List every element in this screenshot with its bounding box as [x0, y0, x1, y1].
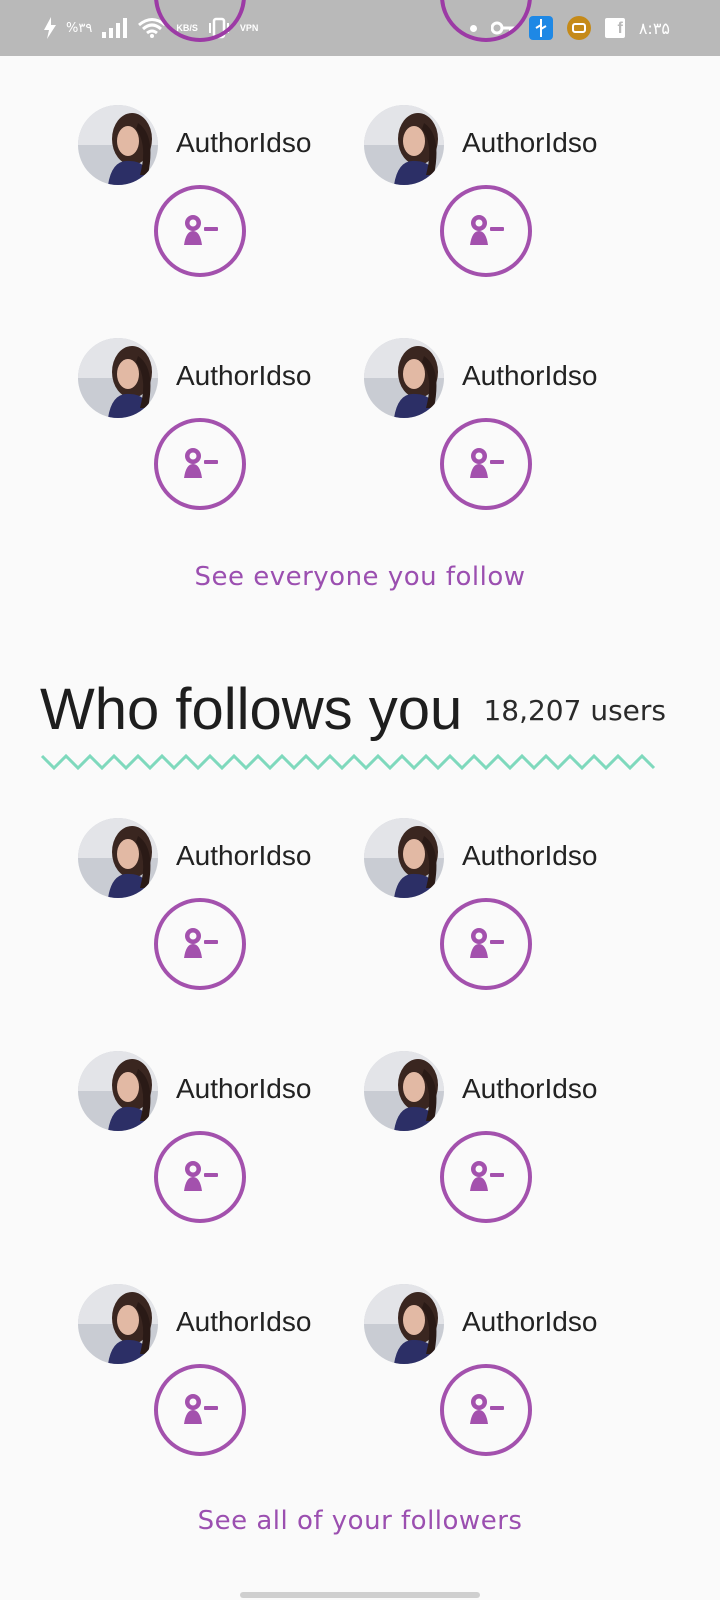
user-name[interactable]: AuthorIdso	[462, 1073, 597, 1105]
avatar[interactable]	[364, 338, 444, 418]
unfollow-button[interactable]	[154, 418, 246, 510]
remove-person-icon	[462, 920, 510, 968]
charging-icon	[44, 17, 56, 39]
user-name[interactable]: AuthorIdso	[462, 840, 597, 872]
remove-person-icon	[462, 440, 510, 488]
avatar[interactable]	[78, 1051, 158, 1131]
remove-person-icon	[176, 207, 224, 255]
vpn-label: VPN	[239, 23, 259, 33]
remove-person-icon	[176, 440, 224, 488]
signal-icon	[102, 18, 128, 38]
following-user-card[interactable]: AuthorIdso	[78, 338, 338, 518]
follower-user-card[interactable]: AuthorIdso	[364, 1051, 624, 1231]
user-name[interactable]: AuthorIdso	[176, 1073, 311, 1105]
avatar[interactable]	[364, 1284, 444, 1364]
user-name[interactable]: AuthorIdso	[176, 360, 311, 392]
remove-person-icon	[462, 1386, 510, 1434]
unfollow-button[interactable]	[440, 418, 532, 510]
user-name[interactable]: AuthorIdso	[176, 1306, 311, 1338]
avatar[interactable]	[78, 818, 158, 898]
avatar[interactable]	[78, 1284, 158, 1364]
avatar[interactable]	[364, 1051, 444, 1131]
zigzag-divider	[40, 753, 656, 771]
user-name[interactable]: AuthorIdso	[176, 840, 311, 872]
unfollow-button[interactable]	[154, 898, 246, 990]
facebook-icon: f	[604, 18, 625, 38]
unfollow-button[interactable]	[154, 1131, 246, 1223]
following-user-card[interactable]: AuthorIdso	[364, 105, 624, 285]
remove-person-icon	[462, 1153, 510, 1201]
unfollow-button[interactable]	[154, 1364, 246, 1456]
unfollow-button[interactable]	[440, 1131, 532, 1223]
remove-person-icon	[462, 207, 510, 255]
avatar[interactable]	[364, 105, 444, 185]
follower-user-card[interactable]: AuthorIdso	[78, 1051, 338, 1231]
remove-person-icon	[176, 1153, 224, 1201]
unfollow-button[interactable]	[440, 185, 532, 277]
followers-count: 18,207 users	[483, 694, 666, 727]
follower-user-card[interactable]: AuthorIdso	[78, 1284, 338, 1464]
follower-user-card[interactable]: AuthorIdso	[364, 818, 624, 998]
user-name[interactable]: AuthorIdso	[176, 127, 311, 159]
user-name[interactable]: AuthorIdso	[462, 127, 597, 159]
usb-icon	[528, 16, 553, 40]
unfollow-button[interactable]	[440, 1364, 532, 1456]
remove-person-icon	[176, 1386, 224, 1434]
following-user-card[interactable]: AuthorIdso	[78, 105, 338, 285]
follower-user-card[interactable]: AuthorIdso	[78, 818, 338, 998]
unfollow-button[interactable]	[440, 898, 532, 990]
avatar[interactable]	[78, 338, 158, 418]
remove-person-icon	[176, 920, 224, 968]
follower-user-card[interactable]: AuthorIdso	[364, 1284, 624, 1464]
followers-section-title: Who follows you	[40, 677, 463, 742]
home-indicator[interactable]	[240, 1592, 480, 1598]
status-bar: %۳۹ KB/S VPN f ۸:۳۵	[0, 0, 720, 56]
following-user-card[interactable]: AuthorIdso	[364, 338, 624, 518]
avatar[interactable]	[364, 818, 444, 898]
see-all-followers-link[interactable]: See all of your followers	[0, 1506, 720, 1536]
user-name[interactable]: AuthorIdso	[462, 360, 597, 392]
clock: ۸:۳۵	[638, 18, 670, 38]
battery-percent: %۳۹	[66, 20, 93, 36]
avatar[interactable]	[78, 105, 158, 185]
app-notification-icon	[566, 16, 591, 40]
see-everyone-you-follow-link[interactable]: See everyone you follow	[0, 562, 720, 592]
unfollow-button[interactable]	[154, 185, 246, 277]
user-name[interactable]: AuthorIdso	[462, 1306, 597, 1338]
